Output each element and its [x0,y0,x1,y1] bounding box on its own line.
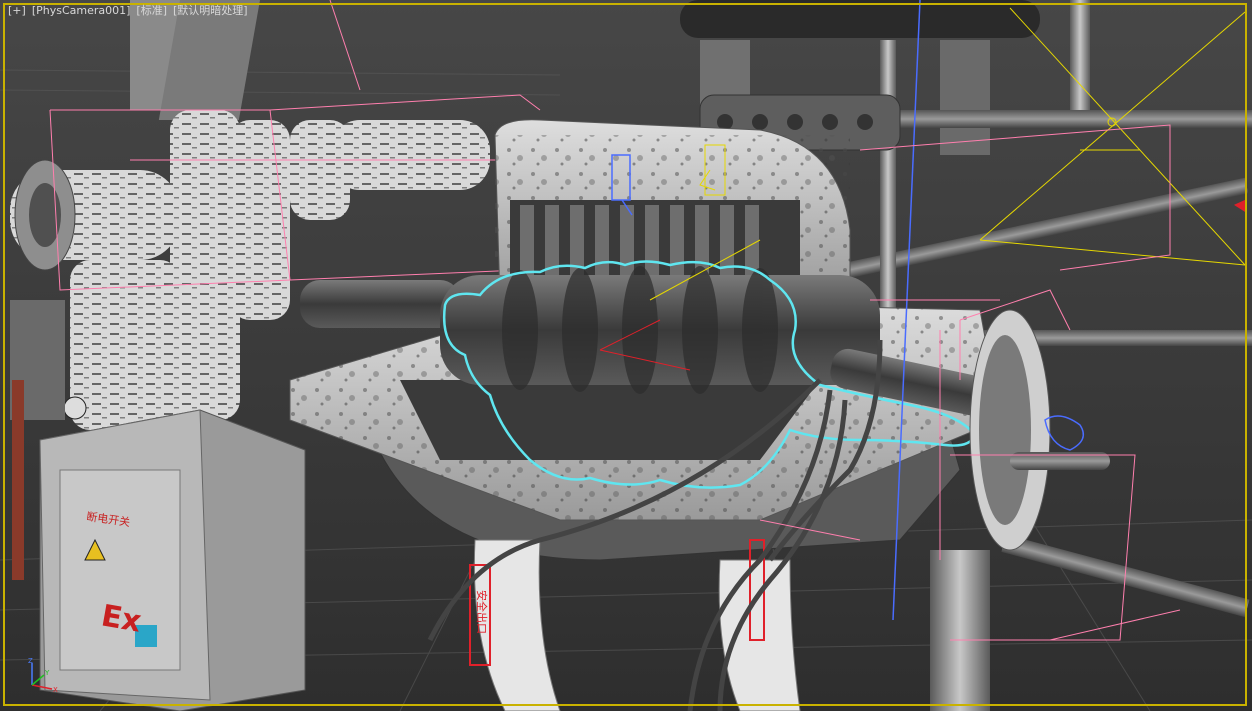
viewport-point-of-view-menu[interactable]: [PhysCamera001] [32,3,131,19]
axis-x-label: X [53,686,58,694]
scene-render[interactable]: 断电开关 Ex 安全出口 [0,0,1252,711]
axis-z-label: Z [28,657,33,665]
viewport-lighting-menu[interactable]: [默认明暗处理] [173,3,248,19]
electrical-panel [39,409,306,711]
viewport-physcamera001[interactable]: 断电开关 Ex 安全出口 [+] [PhysCamera001] [标准] [默… [0,0,1252,711]
viewport-shading-menu[interactable]: [标准] [136,3,167,19]
pressure-gauge-icon [63,396,87,420]
axis-tripod-icon: Z X Y [28,657,58,694]
panel-ex-text: Ex [99,598,144,639]
pedestal-sign-text: 安全出口 [475,590,489,634]
viewport-label-menu: [+] [PhysCamera001] [标准] [默认明暗处理] [8,3,248,19]
viewport-general-menu[interactable]: [+] [8,3,26,19]
turbine-upper-casing [494,119,851,301]
axis-y-label: Y [44,669,50,677]
